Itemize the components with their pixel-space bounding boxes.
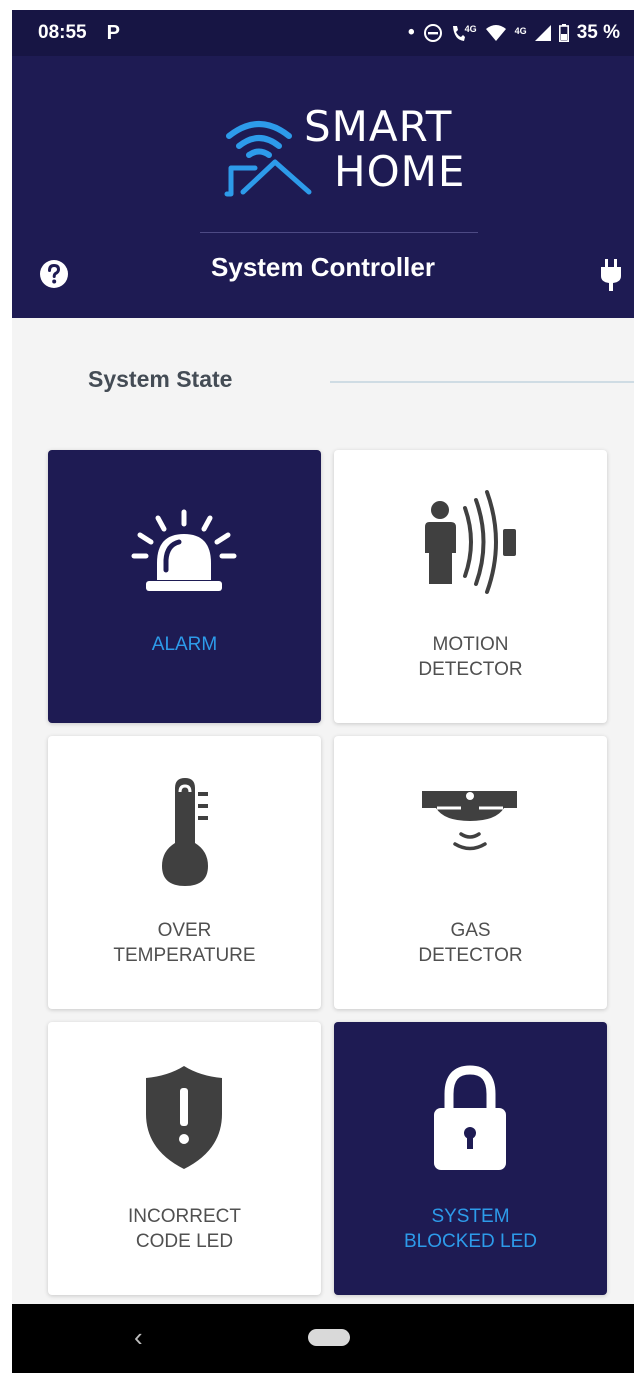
page-title: System Controller: [211, 252, 435, 282]
tile-incorrect-code-led[interactable]: INCORRECT CODE LED: [48, 1022, 321, 1295]
tile-alarm[interactable]: ALARM: [48, 450, 321, 723]
tile-label-line-1: MOTION: [432, 634, 509, 655]
tile-system-blocked-led[interactable]: SYSTEM BLOCKED LED: [334, 1022, 607, 1295]
padlock-icon: [434, 1065, 506, 1170]
phone-icon: [452, 26, 465, 41]
tile-motion-detector[interactable]: MOTION DETECTOR: [334, 450, 607, 723]
tile-label: OVER TEMPERATURE: [48, 918, 321, 968]
system-nav-bar: ‹: [12, 1304, 634, 1373]
header-divider: [200, 232, 478, 233]
tile-label-line-2: TEMPERATURE: [113, 945, 256, 966]
logo-wifi-house-icon: [224, 121, 312, 197]
tile-label-line-1: SYSTEM: [431, 1206, 510, 1227]
status-icons: • 4G 4G 35 %: [408, 22, 620, 44]
battery-icon: [558, 24, 569, 42]
tile-label-line-1: OVER: [157, 920, 212, 941]
tile-label: MOTION DETECTOR: [334, 632, 607, 682]
network-type-label-2: 4G: [514, 26, 527, 36]
logo-line-home: HOME: [334, 147, 466, 196]
wifi-icon: [485, 25, 506, 41]
logo-text: SMART HOME: [304, 104, 465, 194]
battery-percent: 35 %: [576, 22, 620, 43]
tile-label: INCORRECT CODE LED: [48, 1204, 321, 1254]
app-screen: 08:55 P • 4G 4G 35 % SMART HOME System C…: [12, 10, 634, 1373]
smart-home-logo: SMART HOME: [217, 104, 464, 204]
tile-label: GAS DETECTOR: [334, 918, 607, 968]
tile-label-line-1: INCORRECT: [128, 1206, 241, 1227]
tile-label: ALARM: [48, 632, 321, 657]
dot-icon: •: [408, 22, 415, 43]
tile-gas-detector[interactable]: GAS DETECTOR: [334, 736, 607, 1009]
tile-label-line-1: ALARM: [151, 634, 218, 655]
thermometer-icon: [162, 778, 208, 886]
motion-detector-icon: [425, 490, 516, 594]
tile-label: SYSTEM BLOCKED LED: [334, 1204, 607, 1254]
alarm-siren-icon: [131, 509, 237, 591]
gas-detector-icon: [422, 791, 517, 851]
call-network-icon: 4G: [451, 24, 477, 42]
tile-label-line-2: DETECTOR: [418, 945, 523, 966]
notification-p-icon: P: [106, 21, 120, 44]
dnd-icon: [423, 24, 442, 42]
section-divider: [330, 381, 634, 383]
tile-over-temperature[interactable]: OVER TEMPERATURE: [48, 736, 321, 1009]
back-icon[interactable]: ‹: [134, 1322, 143, 1353]
logo-line-smart: SMART: [304, 102, 453, 151]
status-bar: 08:55 P • 4G 4G 35 %: [12, 10, 634, 56]
plug-icon[interactable]: [599, 259, 623, 291]
signal-icon: [534, 25, 551, 41]
status-time: 08:55: [38, 22, 87, 43]
section-title: System State: [88, 366, 233, 392]
tile-label-line-2: CODE LED: [135, 1231, 234, 1252]
app-header: SMART HOME System Controller: [12, 56, 634, 318]
network-type-label: 4G: [464, 24, 477, 34]
home-pill-button[interactable]: [308, 1329, 350, 1346]
shield-warning-icon: [146, 1066, 222, 1169]
tile-label-line-1: GAS: [450, 920, 491, 941]
tile-label-line-2: DETECTOR: [418, 659, 523, 680]
tile-label-line-2: BLOCKED LED: [403, 1231, 538, 1252]
